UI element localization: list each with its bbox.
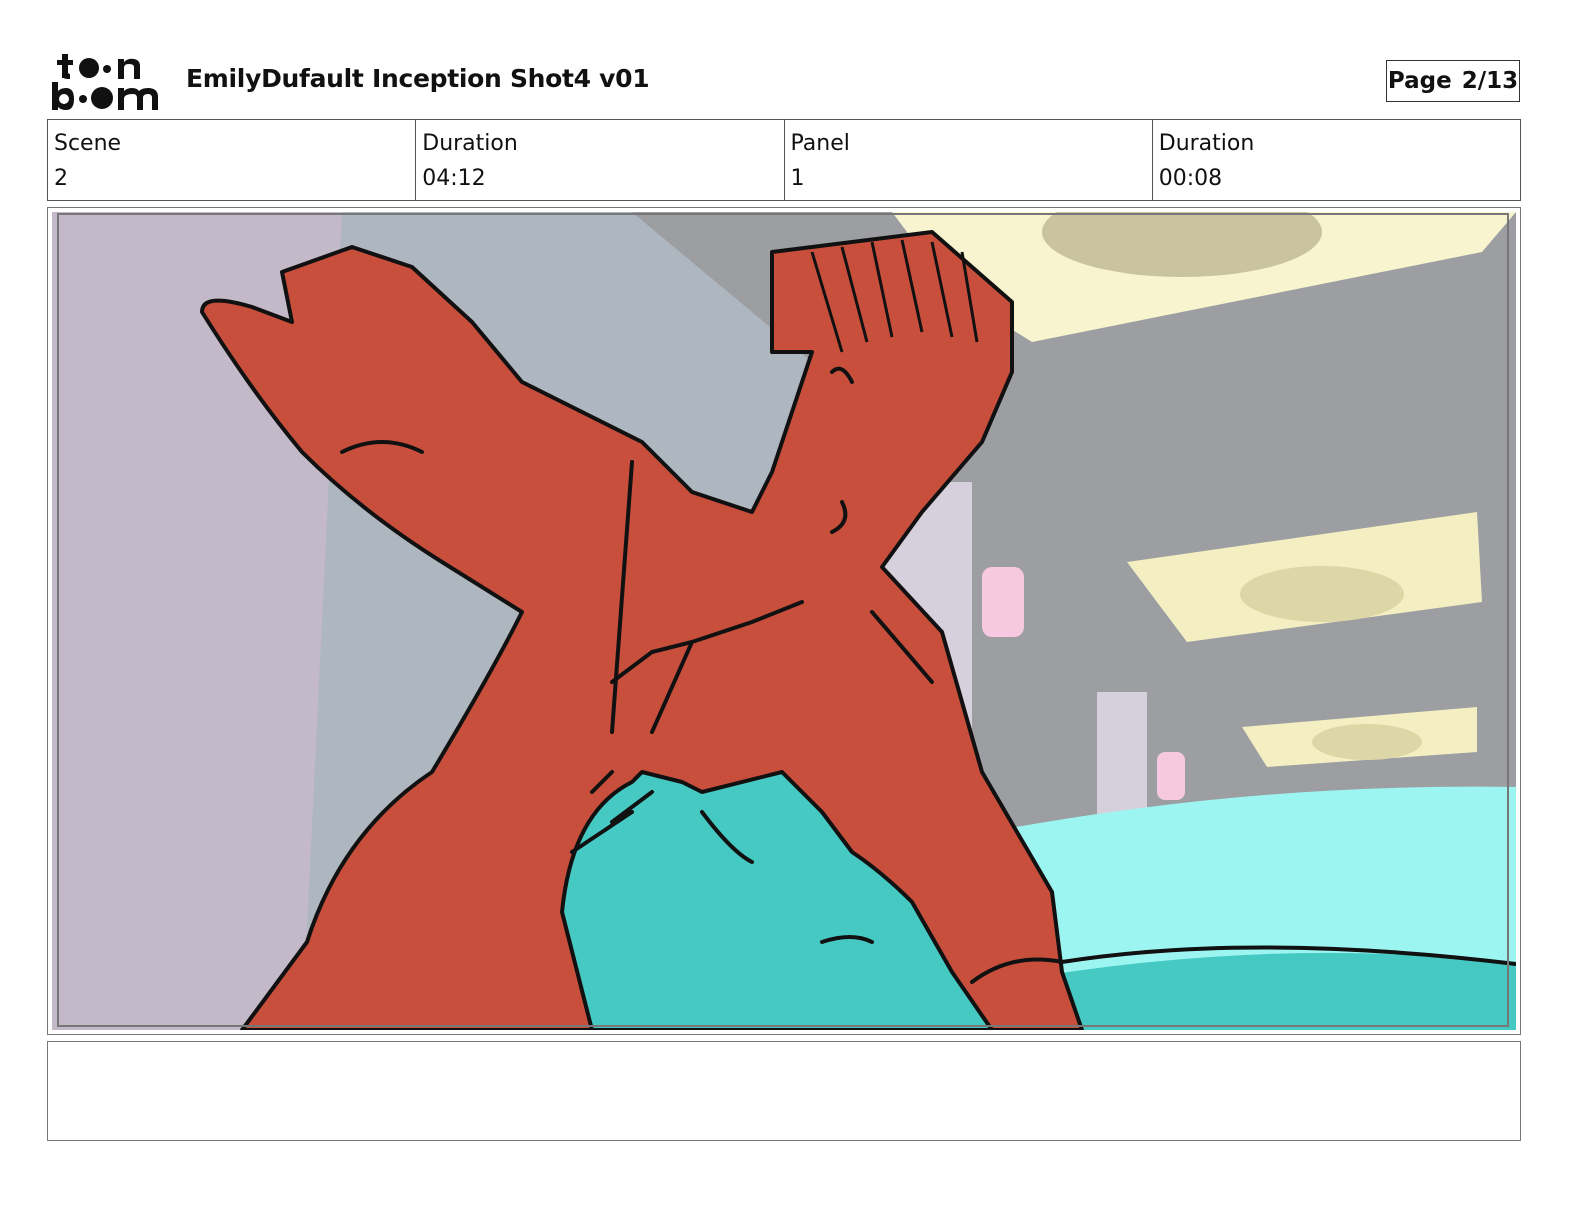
scene-label: Scene xyxy=(54,131,122,156)
shot-info-table: Scene 2 Duration 04:12 Panel 1 Duration … xyxy=(47,119,1521,201)
scene-duration-cell: Duration 04:12 xyxy=(416,120,785,200)
panel-label: Panel xyxy=(790,131,850,156)
panel-cell: Panel 1 xyxy=(785,120,1153,200)
panel-notes-box xyxy=(47,1041,1521,1141)
scene-cell: Scene 2 xyxy=(48,120,417,200)
page-label: Page xyxy=(1387,68,1452,94)
toon-boom-logo xyxy=(52,54,158,110)
storyboard-panel-image xyxy=(52,212,1516,1030)
page-number: 2/13 xyxy=(1461,68,1519,94)
wall-sconce-far xyxy=(1157,752,1185,800)
panel-duration-label: Duration xyxy=(1158,131,1255,156)
ceiling-fixture-far xyxy=(1312,724,1422,760)
wall-sconce-near xyxy=(982,567,1024,637)
page-indicator: Page 2/13 xyxy=(1386,60,1520,102)
scene-value: 2 xyxy=(54,166,68,191)
panel-duration-value: 00:08 xyxy=(1158,166,1223,191)
document-title: EmilyDufault Inception Shot4 v01 xyxy=(186,64,650,93)
panel-value: 1 xyxy=(790,166,805,191)
scene-duration-value: 04:12 xyxy=(422,166,486,191)
scene-duration-label: Duration xyxy=(422,131,518,156)
ceiling-fixture-mid xyxy=(1240,566,1404,622)
panel-duration-cell: Duration 00:08 xyxy=(1153,120,1520,200)
